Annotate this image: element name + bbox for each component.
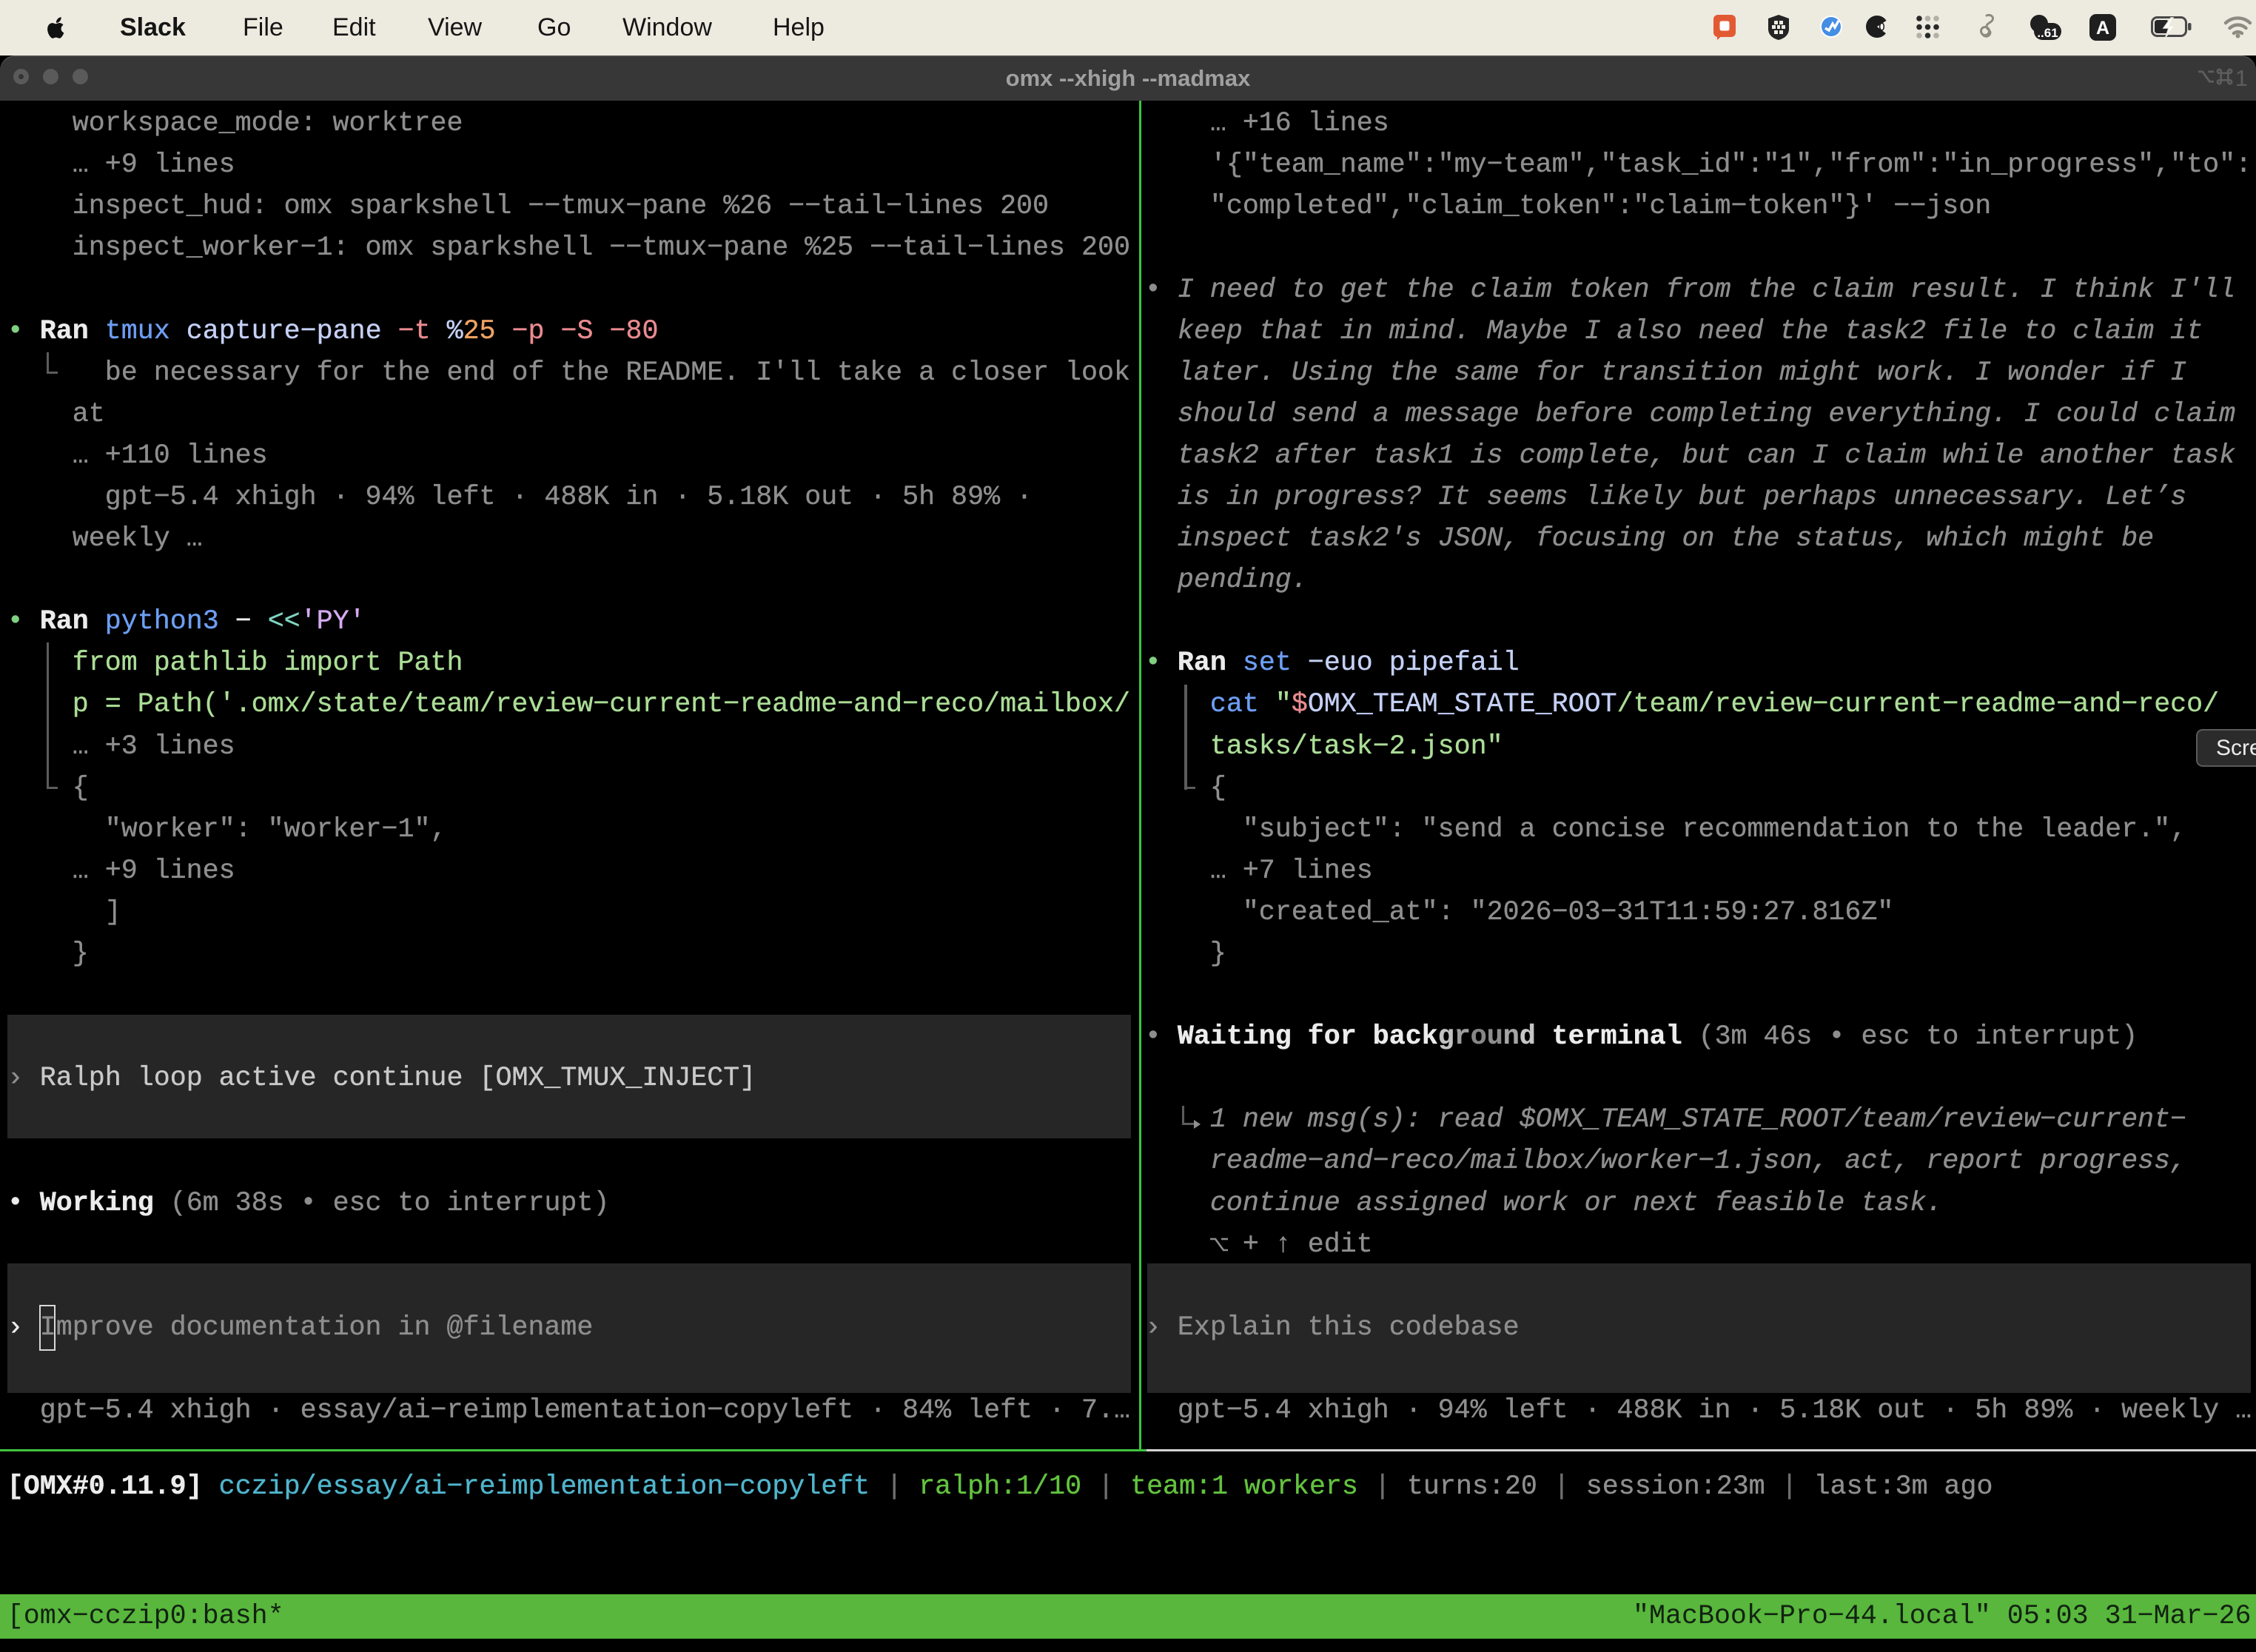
svg-text:A: A bbox=[2096, 18, 2109, 38]
svg-text:..61: ..61 bbox=[2037, 26, 2058, 40]
